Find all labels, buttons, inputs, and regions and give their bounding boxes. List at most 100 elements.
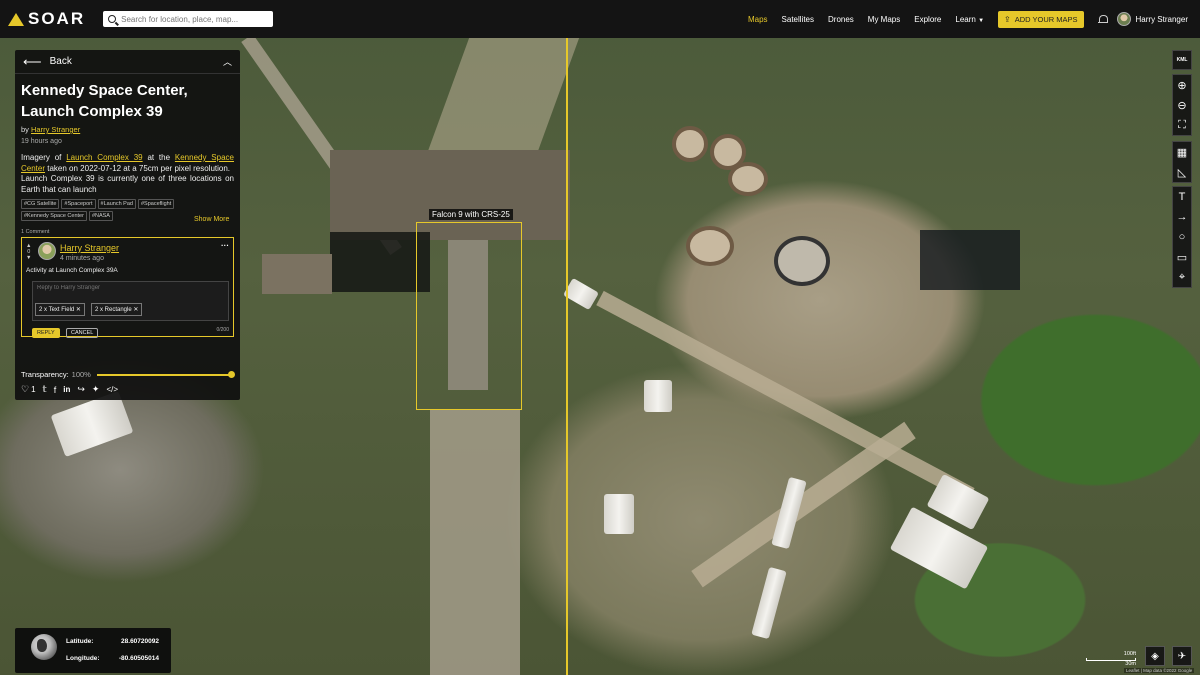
warehouse: [751, 566, 787, 640]
nav-item-explore[interactable]: Explore: [914, 15, 941, 24]
nav-item-drones[interactable]: Drones: [828, 15, 854, 24]
small-building: [644, 380, 672, 412]
back-button[interactable]: Back: [50, 56, 72, 67]
rectangle-chip[interactable]: 2 x Rectangle ✕: [91, 303, 143, 316]
reply-button[interactable]: REPLY: [32, 328, 60, 338]
search-icon: [108, 15, 117, 23]
circle-tool-icon[interactable]: ○: [1173, 227, 1191, 247]
zoom-in-icon[interactable]: ⊕: [1173, 75, 1191, 95]
zoom-to-extent-icon[interactable]: ⛶: [1173, 115, 1191, 135]
collapse-chevron-icon[interactable]: ︿: [223, 55, 232, 68]
measure-area-icon[interactable]: ▦: [1173, 142, 1191, 162]
like-count: 1: [31, 385, 36, 394]
comment-author[interactable]: Harry Stranger: [60, 243, 119, 253]
share-icon[interactable]: ↪: [77, 384, 85, 395]
chip-label: 2 x Rectangle: [95, 307, 132, 313]
desc-text: Launch Complex 39 is currently one of th…: [21, 174, 234, 194]
facebook-icon[interactable]: f: [54, 385, 57, 395]
nav-item-learn-label: Learn: [955, 14, 976, 24]
comment-avatar[interactable]: [38, 242, 56, 260]
storage-tank: [686, 226, 734, 266]
transparency-slider[interactable]: [96, 370, 235, 378]
coordinates-panel: Latitude: 28.60720092 Longitude: -80.605…: [15, 628, 171, 673]
tower-shadow: [330, 232, 430, 292]
tag-chip[interactable]: #Spaceport: [61, 199, 96, 209]
rectangle-tool-icon[interactable]: ▭: [1173, 247, 1191, 267]
launch-complex-link[interactable]: Launch Complex 39: [66, 153, 142, 162]
kml-label: KML: [1176, 57, 1188, 63]
search-box[interactable]: [103, 11, 274, 27]
remove-chip-icon[interactable]: ✕: [133, 307, 138, 313]
annotation-rectangle[interactable]: [416, 222, 522, 410]
author-link[interactable]: Harry Stranger: [31, 125, 80, 134]
layers-button[interactable]: ◈: [1145, 646, 1165, 666]
satellite-button[interactable]: ✈: [1172, 646, 1192, 666]
map-description: Imagery of Launch Complex 39 at the Kenn…: [21, 153, 234, 195]
comment-time: 4 minutes ago: [60, 255, 104, 262]
nav-item-satellites[interactable]: Satellites: [782, 15, 814, 24]
notification-bell-icon[interactable]: [1097, 14, 1108, 24]
reply-input[interactable]: [37, 285, 222, 291]
more-options-icon[interactable]: ···: [221, 241, 229, 250]
marker-tool-icon[interactable]: ⌖: [1173, 267, 1191, 287]
user-avatar[interactable]: [1116, 12, 1131, 26]
remove-chip-icon[interactable]: ✕: [76, 307, 81, 313]
soar-logo[interactable]: SOAR: [8, 9, 85, 29]
nav-item-learn[interactable]: Learn ▼: [955, 15, 984, 24]
text-tool-icon[interactable]: T: [1173, 187, 1191, 207]
annotation-text-label[interactable]: Falcon 9 with CRS-25: [429, 209, 513, 220]
arrow-tool-icon[interactable]: →: [1173, 207, 1191, 227]
tag-chip[interactable]: #Spaceflight: [137, 199, 175, 209]
nav-item-maps[interactable]: Maps: [748, 15, 768, 24]
reply-box[interactable]: 2 x Text Field ✕ 2 x Rectangle ✕: [32, 281, 229, 321]
comment-count: 1 Comment: [21, 229, 50, 235]
hangar-building: [50, 391, 134, 457]
twitter-icon[interactable]: 𝕥: [43, 384, 47, 395]
chevron-down-icon: ▼: [978, 17, 985, 24]
scale-bar: 100ft 30m: [1086, 651, 1136, 667]
published-time: 19 hours ago: [21, 138, 62, 145]
kml-download-button[interactable]: KML: [1172, 50, 1192, 70]
embed-code-icon[interactable]: </>: [106, 385, 118, 394]
slider-handle[interactable]: [228, 370, 235, 378]
tag-chip[interactable]: #CG Satellite: [21, 199, 60, 209]
globe-icon: [31, 634, 57, 660]
measure-tools: ▦ ◺: [1172, 141, 1192, 183]
chip-label: 2 x Text Field: [39, 307, 75, 313]
storage-tank: [774, 236, 830, 286]
linkedin-icon[interactable]: in: [63, 385, 70, 394]
text-field-chip[interactable]: 2 x Text Field ✕: [35, 303, 85, 316]
measure-distance-icon[interactable]: ◺: [1173, 162, 1191, 182]
tag-chip[interactable]: #Launch Pad: [97, 199, 136, 209]
byline: by Harry Stranger: [21, 125, 234, 134]
warehouse: [604, 494, 634, 534]
pin-icon[interactable]: ✦: [92, 384, 100, 395]
transparency-label: Transparency:: [21, 370, 69, 379]
panel-header: ⟵ Back ︿: [15, 50, 240, 74]
top-navigation-bar: SOAR Maps Satellites Drones My Maps Expl…: [0, 0, 1200, 38]
swipe-divider-line[interactable]: [566, 38, 568, 675]
latitude-label: Latitude:: [66, 638, 94, 645]
longitude-value: -80.60505014: [118, 655, 159, 662]
pad-building: [262, 254, 332, 294]
nav-item-my-maps[interactable]: My Maps: [868, 15, 900, 24]
desc-text: at the: [147, 153, 171, 162]
tag-chip[interactable]: #NASA: [88, 211, 113, 221]
search-input[interactable]: [121, 14, 262, 24]
user-name[interactable]: Harry Stranger: [1136, 15, 1188, 24]
add-your-maps-button[interactable]: ⇪ ADD YOUR MAPS: [998, 10, 1084, 28]
zoom-out-icon[interactable]: ⊖: [1173, 95, 1191, 115]
show-more-link[interactable]: Show More: [194, 216, 229, 223]
main-nav: Maps Satellites Drones My Maps Explore L…: [748, 0, 1200, 38]
map-road: [430, 410, 520, 675]
char-count: 0/200: [216, 327, 229, 333]
map-attribution[interactable]: Leaflet | Map data ©2022 Google: [1124, 668, 1195, 673]
comment-text: Activity at Launch Complex 39A: [26, 267, 118, 274]
scale-imperial: 100ft: [1123, 651, 1136, 657]
like-icon[interactable]: ♡: [21, 384, 29, 395]
tag-chip[interactable]: #Kennedy Space Center: [21, 211, 87, 221]
upload-icon: ⇪: [1004, 14, 1011, 24]
back-arrow-icon[interactable]: ⟵: [23, 54, 42, 70]
downvote-icon[interactable]: ▼: [26, 255, 31, 261]
cancel-button[interactable]: CANCEL: [66, 328, 99, 338]
